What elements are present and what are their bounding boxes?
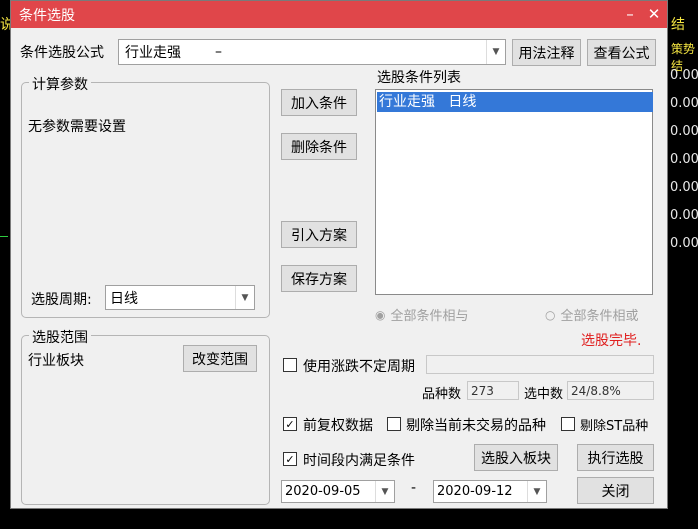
formula-dash: –	[215, 44, 222, 60]
dropdown-arrow-icon[interactable]: ▼	[375, 481, 394, 502]
period-select[interactable]: 日线 ▼	[105, 285, 255, 310]
exclude-untraded-checkbox[interactable]	[387, 417, 401, 431]
logic-or-radio[interactable]: ○ 全部条件相或	[545, 305, 639, 325]
selected-count-label: 选中数	[524, 387, 564, 402]
exclude-st-checkbox[interactable]	[561, 417, 575, 431]
background-line	[0, 236, 8, 237]
period-label: 选股周期:	[31, 292, 92, 308]
date-from-picker[interactable]: 2020-09-05 ▼	[281, 480, 395, 503]
stock-screener-dialog: 条件选股 – ✕ 条件选股公式 行业走强 – ▼ 用法注释 查看公式 计算参数 …	[10, 0, 668, 509]
formula-select[interactable]: 行业走强 – ▼	[118, 39, 506, 65]
add-condition-button[interactable]: 加入条件	[281, 89, 357, 116]
date-to-picker[interactable]: 2020-09-12 ▼	[433, 480, 547, 503]
dropdown-arrow-icon[interactable]: ▼	[527, 481, 546, 502]
total-count-label: 品种数	[422, 387, 462, 402]
logic-and-radio[interactable]: ◉ 全部条件相与	[375, 305, 469, 325]
period-value: 日线	[110, 290, 138, 307]
radio-icon: ○	[545, 307, 556, 322]
logic-and-label: 全部条件相与	[390, 309, 469, 324]
close-icon[interactable]: ✕	[643, 3, 665, 25]
dropdown-arrow-icon[interactable]: ▼	[486, 40, 505, 64]
background-number: 0.00	[670, 152, 698, 167]
checkmark-icon: ✓	[285, 417, 295, 431]
selected-count-value: 24/8.8%	[567, 381, 654, 400]
condition-list[interactable]: 行业走强 日线	[375, 89, 653, 295]
exclude-st-label: 剔除ST品种	[580, 419, 649, 434]
delete-condition-button[interactable]: 删除条件	[281, 133, 357, 160]
import-plan-button[interactable]: 引入方案	[281, 221, 357, 248]
total-count-value: 273	[467, 381, 519, 400]
background-fragment: 结	[671, 17, 685, 33]
time-range-label: 时间段内满足条件	[303, 453, 415, 469]
condition-list-label: 选股条件列表	[377, 70, 461, 86]
save-plan-button[interactable]: 保存方案	[281, 265, 357, 292]
calc-params-label: 计算参数	[29, 74, 91, 94]
background-number: 0.00	[670, 208, 698, 223]
change-scope-button[interactable]: 改变范围	[183, 345, 257, 372]
no-params-note: 无参数需要设置	[28, 119, 126, 135]
execute-button[interactable]: 执行选股	[577, 444, 654, 471]
to-block-button[interactable]: 选股入板块	[474, 444, 558, 471]
background-number: 0.00	[670, 180, 698, 195]
adjusted-data-checkbox[interactable]: ✓	[283, 417, 297, 431]
status-text: 选股完毕.	[581, 333, 642, 349]
date-to-value: 2020-09-12	[437, 484, 513, 499]
background-number: 0.00	[670, 124, 698, 139]
dropdown-arrow-icon[interactable]: ▼	[235, 286, 254, 309]
background-number: 0.00	[670, 68, 698, 83]
time-range-checkbox[interactable]: ✓	[283, 452, 297, 466]
variable-period-label: 使用涨跌不定周期	[303, 359, 415, 375]
date-from-value: 2020-09-05	[285, 484, 361, 499]
formula-value: 行业走强	[125, 45, 181, 61]
date-separator: -	[411, 480, 417, 496]
background-number: 0.00	[670, 236, 698, 251]
minimize-icon[interactable]: –	[619, 3, 641, 25]
usage-notes-button[interactable]: 用法注释	[512, 39, 581, 66]
logic-or-label: 全部条件相或	[560, 309, 639, 324]
scope-label: 选股范围	[29, 327, 91, 347]
radio-icon: ◉	[375, 307, 386, 322]
background-number: 0.00	[670, 96, 698, 111]
exclude-untraded-label: 剔除当前未交易的品种	[406, 418, 546, 434]
variable-period-checkbox[interactable]	[283, 358, 297, 372]
condition-list-item[interactable]: 行业走强 日线	[377, 92, 653, 112]
view-formula-button[interactable]: 查看公式	[587, 39, 656, 66]
close-button[interactable]: 关闭	[577, 477, 654, 504]
variable-period-field	[426, 355, 654, 374]
formula-label: 条件选股公式	[20, 45, 104, 61]
title-bar[interactable]: 条件选股 – ✕	[11, 1, 667, 28]
dialog-title: 条件选股	[19, 8, 75, 24]
checkmark-icon: ✓	[285, 452, 295, 466]
adjusted-data-label: 前复权数据	[303, 418, 373, 434]
scope-value: 行业板块	[28, 353, 84, 369]
